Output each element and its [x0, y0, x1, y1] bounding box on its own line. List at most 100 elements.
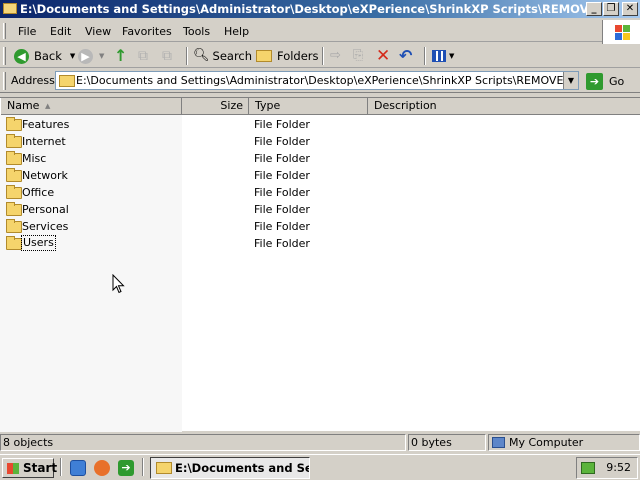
maximize-button[interactable]: ❐: [603, 2, 619, 16]
toolbar-separator: [186, 47, 188, 65]
chevron-down-icon: ▼: [99, 52, 105, 60]
menu-favorites[interactable]: Favorites: [122, 25, 172, 38]
column-header-size-label: Size: [220, 99, 243, 112]
toolbar-grip[interactable]: [3, 23, 6, 39]
file-name: Users: [21, 235, 56, 251]
file-row[interactable]: Personal File Folder: [0, 201, 640, 218]
my-computer-icon: [492, 437, 505, 448]
toolbar-separator: [322, 47, 324, 65]
move-to-button[interactable]: ⧉: [162, 48, 172, 64]
delete-button[interactable]: ✕: [376, 46, 391, 66]
standard-toolbar: ◀ Back ▼ ▶ ▼ ↑ ⧉ ⧉ 🔍︎ Search Folders ⇨ ⎘…: [0, 44, 640, 68]
go-button[interactable]: ➔ Go: [586, 72, 624, 90]
back-arrow-icon: ◀: [14, 48, 29, 64]
search-icon: 🔍︎: [193, 48, 210, 63]
menu-view[interactable]: View: [85, 25, 111, 38]
menu-edit[interactable]: Edit: [50, 25, 71, 38]
copy-icon: ⎘: [353, 48, 364, 63]
file-type: File Folder: [254, 186, 310, 199]
file-row[interactable]: Features File Folder: [0, 116, 640, 133]
delete-x-icon: ✕: [376, 46, 391, 66]
undo-button[interactable]: ↶: [399, 48, 412, 64]
undo-icon: ↶: [399, 46, 413, 65]
start-label: Start: [23, 461, 58, 475]
views-button[interactable]: ▼: [432, 48, 454, 64]
file-type: File Folder: [254, 135, 310, 148]
move-button[interactable]: ⇨: [330, 48, 341, 64]
address-value: E:\Documents and Settings\Administrator\…: [76, 74, 564, 87]
chevron-down-icon: ▼: [449, 52, 455, 60]
file-type: File Folder: [254, 203, 310, 216]
window-controls: _ ❐ ✕: [585, 2, 638, 16]
file-list-view[interactable]: Name ▲ Size Type Description Features Fi…: [0, 97, 640, 432]
folder-icon: [6, 117, 22, 131]
file-name: Network: [22, 169, 68, 182]
mouse-cursor-icon: [112, 274, 125, 294]
forward-button[interactable]: ▶ ▼: [78, 48, 104, 64]
folder-icon: [3, 3, 17, 14]
back-label: Back: [34, 49, 62, 63]
show-desktop-icon[interactable]: [70, 460, 86, 476]
copy-to-button[interactable]: ⧉: [138, 48, 148, 64]
go-label: Go: [609, 74, 625, 88]
taskbar-window-button[interactable]: E:\Documents and Se...: [150, 457, 310, 479]
file-name: Features: [22, 118, 70, 131]
copy-button[interactable]: ⎘: [353, 48, 363, 64]
title-bar[interactable]: E:\Documents and Settings\Administrator\…: [0, 0, 640, 18]
file-row[interactable]: Office File Folder: [0, 184, 640, 201]
launch-arrow-icon[interactable]: ➔: [118, 460, 134, 476]
back-button[interactable]: ◀ Back ▼: [14, 48, 75, 64]
folders-button[interactable]: Folders: [256, 48, 319, 64]
menu-file[interactable]: File: [18, 25, 36, 38]
file-type: File Folder: [254, 152, 310, 165]
window-title: E:\Documents and Settings\Administrator\…: [20, 2, 597, 16]
move-to-icon: ⧉: [162, 48, 172, 64]
close-button[interactable]: ✕: [622, 2, 638, 16]
clock[interactable]: 9:52: [606, 458, 631, 478]
folder-icon: [6, 236, 22, 250]
menu-bar: File Edit View Favorites Tools Help: [0, 20, 640, 42]
file-row[interactable]: Network File Folder: [0, 167, 640, 184]
browser-icon[interactable]: [94, 460, 110, 476]
folder-icon: [59, 75, 75, 87]
windows-logo-icon: [7, 463, 19, 474]
folder-icon: [6, 202, 22, 216]
copy-to-icon: ⧉: [138, 48, 148, 64]
toolbar-grip[interactable]: [3, 47, 6, 65]
address-input[interactable]: E:\Documents and Settings\Administrator\…: [55, 71, 579, 90]
column-header-size[interactable]: Size: [182, 98, 249, 115]
menu-tools[interactable]: Tools: [183, 25, 210, 38]
file-row-focused[interactable]: Users File Folder: [0, 235, 640, 252]
move-icon: ⇨: [330, 48, 341, 63]
file-type: File Folder: [254, 118, 310, 131]
windows-logo-icon: [602, 20, 640, 44]
address-dropdown-arrow[interactable]: ▼: [563, 72, 578, 89]
column-header-name[interactable]: Name ▲: [0, 98, 182, 115]
file-row[interactable]: Internet File Folder: [0, 133, 640, 150]
search-label: Search: [212, 49, 253, 63]
taskbar-separator: [60, 458, 62, 476]
file-type: File Folder: [254, 237, 310, 250]
folders-label: Folders: [277, 49, 319, 63]
system-tray: 9:52: [576, 457, 638, 479]
toolbar-grip[interactable]: [3, 72, 6, 90]
address-bar: Address E:\Documents and Settings\Admini…: [0, 69, 640, 93]
file-type: File Folder: [254, 169, 310, 182]
status-zone: My Computer: [488, 434, 640, 451]
address-label: Address: [11, 74, 55, 87]
start-button[interactable]: Start: [2, 458, 58, 478]
search-button[interactable]: 🔍︎ Search: [193, 48, 252, 64]
taskbar-window-label: E:\Documents and Se...: [175, 461, 309, 475]
up-button[interactable]: ↑: [114, 48, 127, 64]
menu-help[interactable]: Help: [224, 25, 249, 38]
folder-icon: [6, 151, 22, 165]
minimize-button[interactable]: _: [586, 2, 602, 16]
network-icon[interactable]: [581, 462, 595, 474]
file-name: Internet: [22, 135, 66, 148]
folder-icon: [156, 462, 172, 474]
column-header-description[interactable]: Description: [368, 98, 640, 115]
file-row[interactable]: Misc File Folder: [0, 150, 640, 167]
file-row[interactable]: Services File Folder: [0, 218, 640, 235]
file-name: Misc: [22, 152, 47, 165]
column-header-type[interactable]: Type: [249, 98, 368, 115]
